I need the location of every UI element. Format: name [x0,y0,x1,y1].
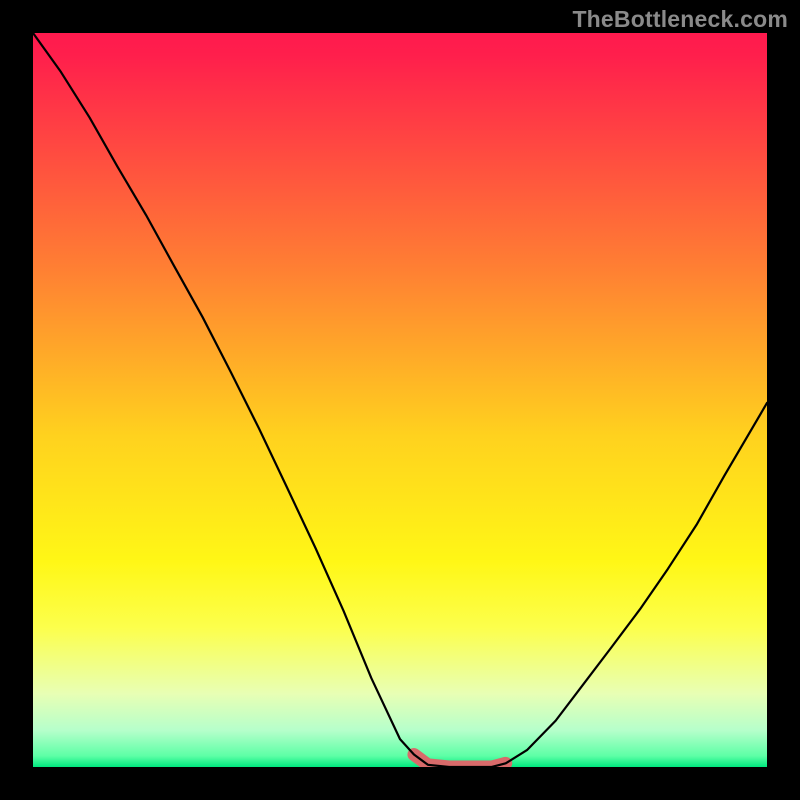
plot-area [33,33,767,767]
chart-frame: TheBottleneck.com [0,0,800,800]
bottleneck-line [33,33,767,767]
watermark-text: TheBottleneck.com [572,6,788,33]
bottleneck-curve [33,33,767,767]
